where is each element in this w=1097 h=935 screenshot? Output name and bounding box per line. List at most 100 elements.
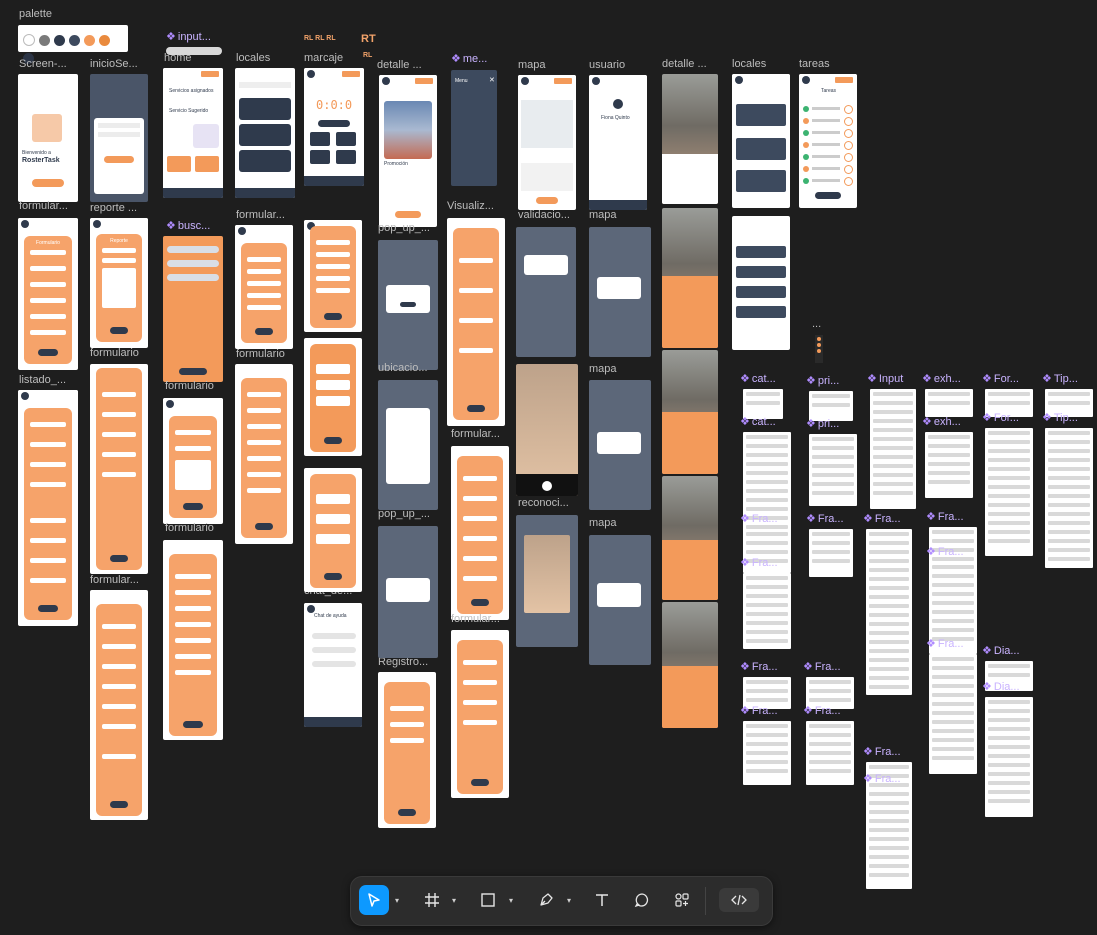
frame-popup-photo[interactable] bbox=[378, 240, 438, 370]
frame-detalle-store[interactable] bbox=[662, 208, 718, 348]
dots-component[interactable] bbox=[815, 335, 823, 363]
close-icon[interactable]: ✕ bbox=[489, 76, 495, 84]
frame-label-mapa2[interactable]: mapa bbox=[589, 209, 617, 221]
frame-formulario-2[interactable] bbox=[235, 225, 293, 349]
component-label-fra13[interactable]: ❖ Fra... bbox=[863, 772, 901, 785]
component-preview-fra7[interactable] bbox=[929, 654, 977, 774]
component-label-busc[interactable]: ❖ busc... bbox=[166, 219, 210, 232]
frame-formulario-3[interactable] bbox=[304, 220, 362, 332]
tarea-row[interactable] bbox=[803, 176, 853, 186]
frame-locales-2[interactable] bbox=[732, 216, 790, 350]
frame-label-reconoci[interactable]: reconoci... bbox=[518, 497, 569, 509]
actions-tool-button[interactable] bbox=[667, 885, 697, 915]
component-label-input[interactable]: ❖ input... bbox=[166, 30, 211, 43]
frame-label-formular1[interactable]: formular... bbox=[19, 200, 68, 212]
component-label-pri2[interactable]: ❖ pri... bbox=[806, 417, 839, 430]
frame-label-formulario2[interactable]: formulario bbox=[165, 380, 214, 392]
component-label-pri1[interactable]: ❖ pri... bbox=[806, 374, 839, 387]
frame-label-detalle2[interactable]: detalle ... bbox=[662, 58, 707, 70]
pen-tool-caret[interactable]: ▾ bbox=[567, 897, 575, 905]
component-label-exh1[interactable]: ❖ exh... bbox=[922, 372, 961, 385]
tarea-row[interactable] bbox=[803, 152, 853, 162]
frame-chat-2[interactable] bbox=[304, 468, 362, 592]
component-label-fra8[interactable]: ❖ Fra... bbox=[740, 660, 778, 673]
tarea-row[interactable] bbox=[803, 116, 853, 126]
frame-detalle-store-2[interactable] bbox=[662, 350, 718, 474]
tarea-row[interactable] bbox=[803, 128, 853, 138]
component-label-fra1[interactable]: ❖ Fra... bbox=[740, 512, 778, 525]
component-label-cat2[interactable]: ❖ cat... bbox=[740, 415, 776, 428]
frame-reconocimiento[interactable] bbox=[516, 515, 578, 647]
component-label-fra3[interactable]: ❖ Fra... bbox=[863, 512, 901, 525]
frame-formulario-7[interactable] bbox=[451, 446, 509, 620]
frame-label-popup2[interactable]: pop_up_... bbox=[378, 508, 430, 520]
component-busqueda[interactable] bbox=[163, 236, 223, 382]
component-label-fra11[interactable]: ❖ Fra... bbox=[740, 704, 778, 717]
component-preview-fra3[interactable] bbox=[866, 529, 912, 695]
frame-label-tareas[interactable]: tareas bbox=[799, 58, 830, 70]
component-label-fra9[interactable]: ❖ Fra... bbox=[803, 660, 841, 673]
frame-registro[interactable] bbox=[378, 672, 436, 828]
component-preview-fra12[interactable] bbox=[806, 721, 854, 785]
frame-listado[interactable] bbox=[18, 390, 78, 626]
frame-formulario-5[interactable] bbox=[163, 398, 223, 524]
frame-label-mapa3[interactable]: mapa bbox=[589, 363, 617, 375]
frame-label-reporte[interactable]: reporte ... bbox=[90, 202, 137, 214]
frame-label-ubicacio[interactable]: ubicacio... bbox=[378, 362, 428, 374]
component-preview-dia2[interactable] bbox=[985, 697, 1033, 817]
dev-mode-toggle[interactable] bbox=[719, 888, 759, 912]
palette-swatch[interactable] bbox=[99, 35, 110, 46]
pen-tool-button[interactable] bbox=[531, 885, 561, 915]
frame-formulario-10[interactable] bbox=[451, 630, 509, 798]
frame-mapa-popup-2[interactable] bbox=[589, 380, 651, 510]
frame-formulario-6[interactable] bbox=[235, 364, 293, 544]
frame-mapa-popup[interactable] bbox=[589, 227, 651, 357]
component-label-input2[interactable]: ❖ Input bbox=[867, 372, 903, 385]
move-tool-button[interactable] bbox=[359, 885, 389, 915]
frame-mapa-popup-3[interactable] bbox=[589, 535, 651, 665]
component-preview-fra2[interactable] bbox=[809, 529, 853, 577]
comment-tool-button[interactable] bbox=[627, 885, 657, 915]
frame-label-formular2[interactable]: formular... bbox=[236, 209, 285, 221]
frame-label-mapa1[interactable]: mapa bbox=[518, 59, 546, 71]
frame-detalle-promo[interactable]: Promoción bbox=[379, 75, 437, 227]
frame-validacion[interactable] bbox=[516, 227, 576, 357]
component-preview-fra5[interactable] bbox=[743, 573, 791, 649]
component-label-fra12[interactable]: ❖ Fra... bbox=[803, 704, 841, 717]
frame-formulario-8[interactable] bbox=[90, 590, 148, 820]
frame-label-popup1[interactable]: pop_up_... bbox=[378, 222, 430, 234]
login-button[interactable] bbox=[104, 156, 134, 163]
frame-label-formulario3[interactable]: formulario bbox=[236, 348, 285, 360]
frame-label-validacio[interactable]: validacio... bbox=[518, 209, 570, 221]
frame-label-usuario[interactable]: usuario bbox=[589, 59, 625, 71]
frame-label-formular3[interactable]: formular... bbox=[451, 428, 500, 440]
component-label-for2[interactable]: ❖ For... bbox=[982, 411, 1019, 424]
component-label-menu[interactable]: ❖ me... bbox=[451, 52, 487, 65]
frame-chat-ayuda[interactable]: Chat de ayuda bbox=[304, 603, 362, 727]
component-label-fra2[interactable]: ❖ Fra... bbox=[806, 512, 844, 525]
component-label-fra5[interactable]: ❖ Fra... bbox=[740, 556, 778, 569]
frame-label-dots[interactable]: ... bbox=[812, 318, 821, 330]
shape-tool-caret[interactable]: ▾ bbox=[509, 897, 517, 905]
shutter-button[interactable] bbox=[542, 481, 552, 491]
palette-frame[interactable] bbox=[18, 25, 128, 64]
frame-label-screen[interactable]: Screen-... bbox=[19, 58, 67, 70]
frame-popup-map[interactable] bbox=[378, 526, 438, 658]
popup-ok-button[interactable] bbox=[400, 302, 416, 307]
component-label-fra10[interactable]: ❖ Fra... bbox=[863, 745, 901, 758]
component-preview-input2[interactable] bbox=[870, 389, 916, 509]
component-label-tip1[interactable]: ❖ Tip... bbox=[1042, 372, 1078, 385]
frame-detalle-warehouse[interactable] bbox=[662, 74, 718, 204]
frame-label-formulario4[interactable]: formulario bbox=[165, 522, 214, 534]
text-tool-button[interactable] bbox=[587, 885, 617, 915]
frame-reporte[interactable]: Reporte bbox=[90, 218, 148, 348]
frame-label-formulario1[interactable]: formulario bbox=[90, 347, 139, 359]
frame-label-locales2[interactable]: locales bbox=[732, 58, 766, 70]
palette-swatch[interactable] bbox=[39, 35, 50, 46]
component-preview-tip2[interactable] bbox=[1045, 428, 1093, 568]
frame-mapa[interactable] bbox=[518, 75, 576, 210]
palette-swatch[interactable] bbox=[69, 35, 80, 46]
component-label-fra6[interactable]: ❖ Fra... bbox=[926, 545, 964, 558]
frame-screen-welcome[interactable]: Bienvenido a RosterTask bbox=[18, 74, 78, 202]
frame-visualizar[interactable] bbox=[447, 218, 505, 426]
